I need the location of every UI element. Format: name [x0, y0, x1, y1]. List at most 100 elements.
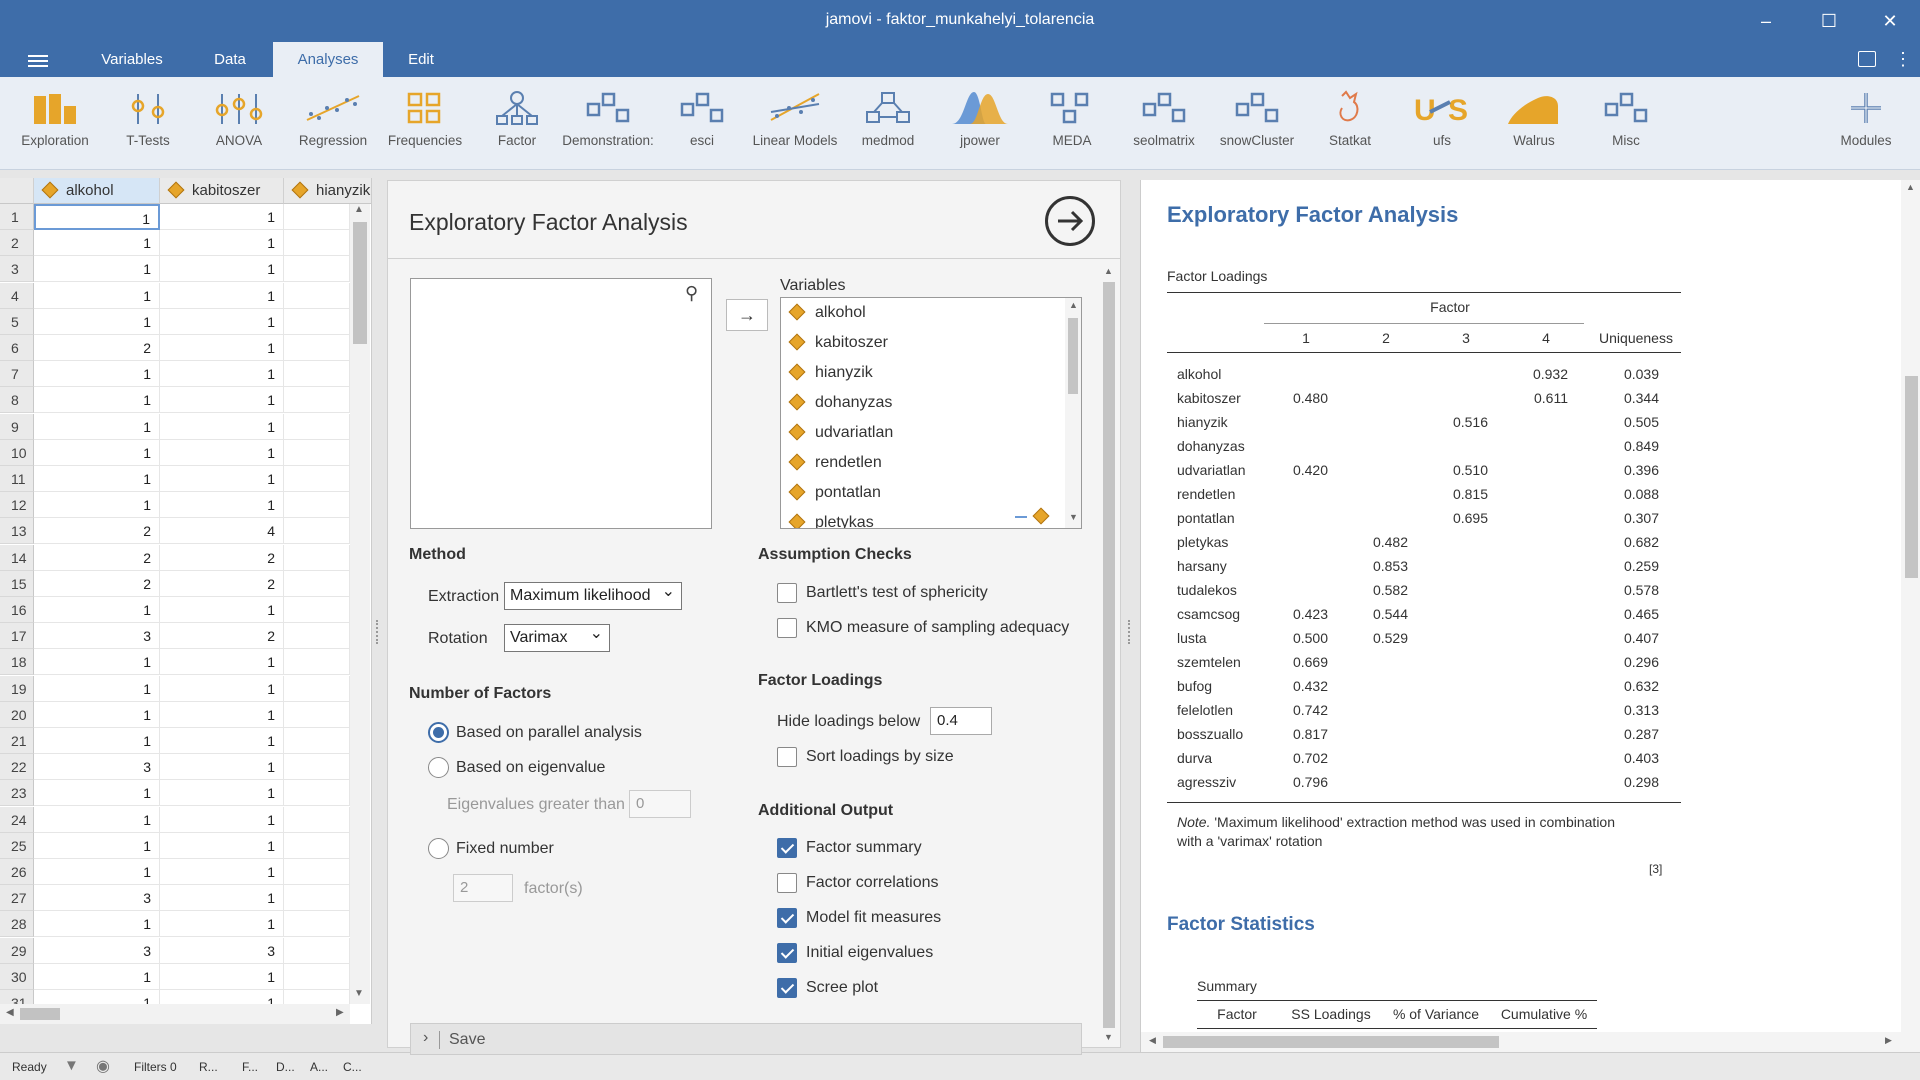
anova-button[interactable]: ANOVA — [199, 90, 279, 166]
table-cell[interactable] — [284, 806, 350, 833]
close-options-button[interactable] — [1045, 196, 1095, 246]
statkat-button[interactable]: Statkat — [1310, 90, 1390, 166]
row-number[interactable]: 9 — [0, 413, 34, 440]
row-number[interactable]: 27 — [0, 885, 34, 912]
row-number[interactable]: 19 — [0, 675, 34, 702]
reference-marker[interactable]: [3] — [1649, 862, 1662, 876]
row-number[interactable]: 30 — [0, 963, 34, 990]
vertical-scroll-thumb[interactable] — [353, 222, 367, 344]
minimize-button[interactable]: – — [1746, 8, 1786, 34]
table-cell[interactable]: 1 — [34, 806, 160, 833]
row-number[interactable]: 20 — [0, 701, 34, 728]
more-options-icon[interactable]: ⋮ — [1894, 50, 1912, 68]
table-cell[interactable]: 2 — [34, 335, 160, 361]
table-cell[interactable] — [284, 413, 350, 440]
variable-list-item[interactable]: udvariatlan — [781, 422, 1061, 452]
table-cell[interactable]: 1 — [34, 492, 160, 519]
table-cell[interactable] — [284, 963, 350, 990]
table-cell[interactable]: 1 — [160, 675, 284, 702]
table-cell[interactable] — [284, 649, 350, 676]
extraction-select[interactable]: Maximum likelihood — [504, 579, 682, 610]
column-header-alkohol[interactable]: alkohol — [34, 178, 160, 204]
parallel-analysis-radio[interactable] — [428, 722, 449, 743]
tab-data[interactable]: Data — [196, 42, 264, 77]
table-cell[interactable]: 1 — [160, 256, 284, 283]
row-number[interactable]: 29 — [0, 937, 34, 964]
scroll-thumb[interactable] — [1068, 318, 1078, 394]
table-cell[interactable] — [284, 204, 350, 230]
column-header-kabitoszer[interactable]: kabitoszer — [160, 178, 284, 204]
table-cell[interactable]: 1 — [160, 832, 284, 859]
tab-edit[interactable]: Edit — [390, 42, 452, 77]
table-cell[interactable]: 3 — [160, 937, 284, 964]
row-number[interactable]: 2 — [0, 230, 34, 257]
table-cell[interactable]: 3 — [34, 754, 160, 781]
row-number[interactable]: 1 — [0, 204, 34, 230]
variable-list-item[interactable]: hianyzik — [781, 362, 1061, 392]
table-cell[interactable]: 1 — [160, 649, 284, 676]
table-cell[interactable] — [284, 859, 350, 885]
table-cell[interactable]: 1 — [160, 466, 284, 492]
variable-list-item[interactable]: alkohol — [781, 302, 1061, 332]
table-cell[interactable] — [284, 832, 350, 859]
exploration-button[interactable]: Exploration — [10, 90, 100, 166]
linear-models-button[interactable]: Linear Models — [748, 90, 842, 166]
table-cell[interactable] — [284, 387, 350, 414]
row-number[interactable]: 16 — [0, 597, 34, 623]
factor-button[interactable]: Factor — [480, 90, 554, 166]
table-cell[interactable]: 1 — [160, 439, 284, 466]
table-cell[interactable]: 1 — [34, 361, 160, 388]
modules-button[interactable]: Modules — [1826, 90, 1906, 166]
table-cell[interactable] — [284, 282, 350, 309]
row-number[interactable]: 26 — [0, 859, 34, 885]
esci-button[interactable]: esci — [662, 90, 742, 166]
table-cell[interactable]: 1 — [160, 282, 284, 309]
options-scroll-thumb[interactable] — [1103, 282, 1115, 1028]
table-cell[interactable] — [284, 544, 350, 571]
table-cell[interactable] — [284, 518, 350, 545]
table-cell[interactable]: 1 — [160, 806, 284, 833]
row-number[interactable]: 5 — [0, 308, 34, 335]
column-header-hianyzik[interactable]: hianyzik — [284, 178, 371, 204]
tab-analyses[interactable]: Analyses — [273, 42, 383, 77]
variable-list-scrollbar[interactable]: ▲ ▼ — [1065, 298, 1081, 528]
row-number[interactable]: 3 — [0, 256, 34, 283]
table-cell[interactable]: 1 — [34, 466, 160, 492]
table-cell[interactable] — [284, 754, 350, 781]
table-cell[interactable]: 1 — [34, 911, 160, 938]
t-tests-button[interactable]: T-Tests — [108, 90, 188, 166]
row-number[interactable]: 18 — [0, 649, 34, 676]
table-cell[interactable]: 2 — [160, 570, 284, 597]
frequencies-button[interactable]: Frequencies — [381, 90, 469, 166]
results-scrollbar[interactable]: ▲ — [1901, 180, 1920, 1052]
table-cell[interactable]: 1 — [160, 492, 284, 519]
row-number[interactable]: 4 — [0, 282, 34, 309]
move-variable-button[interactable]: → — [726, 299, 768, 331]
table-cell[interactable]: 1 — [34, 780, 160, 807]
table-cell[interactable] — [284, 361, 350, 388]
row-number[interactable]: 6 — [0, 335, 34, 361]
row-number[interactable]: 8 — [0, 387, 34, 414]
misc-button[interactable]: Misc — [1586, 90, 1666, 166]
row-number[interactable]: 13 — [0, 518, 34, 545]
table-cell[interactable]: 2 — [34, 544, 160, 571]
eigenvalue-threshold-input[interactable]: 0 — [629, 790, 691, 818]
variable-list-item[interactable]: kabitoszer — [781, 332, 1061, 362]
table-cell[interactable]: 2 — [160, 623, 284, 650]
rotation-select[interactable]: Varimax — [504, 621, 610, 652]
results-scroll-thumb[interactable] — [1905, 376, 1918, 578]
table-cell[interactable]: 2 — [34, 570, 160, 597]
variable-list-item[interactable]: rendetlen — [781, 452, 1061, 482]
row-number[interactable]: 7 — [0, 361, 34, 388]
table-cell[interactable] — [284, 256, 350, 283]
close-button[interactable]: ✕ — [1870, 8, 1910, 34]
vertical-scrollbar[interactable]: ▲ ▼ — [350, 204, 370, 1004]
table-cell[interactable]: 1 — [34, 413, 160, 440]
filter-icon[interactable]: ▼ — [64, 1057, 79, 1074]
factor-correlations-checkbox[interactable] — [777, 873, 797, 893]
table-cell[interactable]: 1 — [160, 728, 284, 754]
sort-loadings-checkbox[interactable] — [777, 747, 797, 767]
table-cell[interactable]: 1 — [160, 754, 284, 781]
table-cell[interactable] — [284, 492, 350, 519]
bartlett-checkbox[interactable] — [777, 583, 797, 603]
